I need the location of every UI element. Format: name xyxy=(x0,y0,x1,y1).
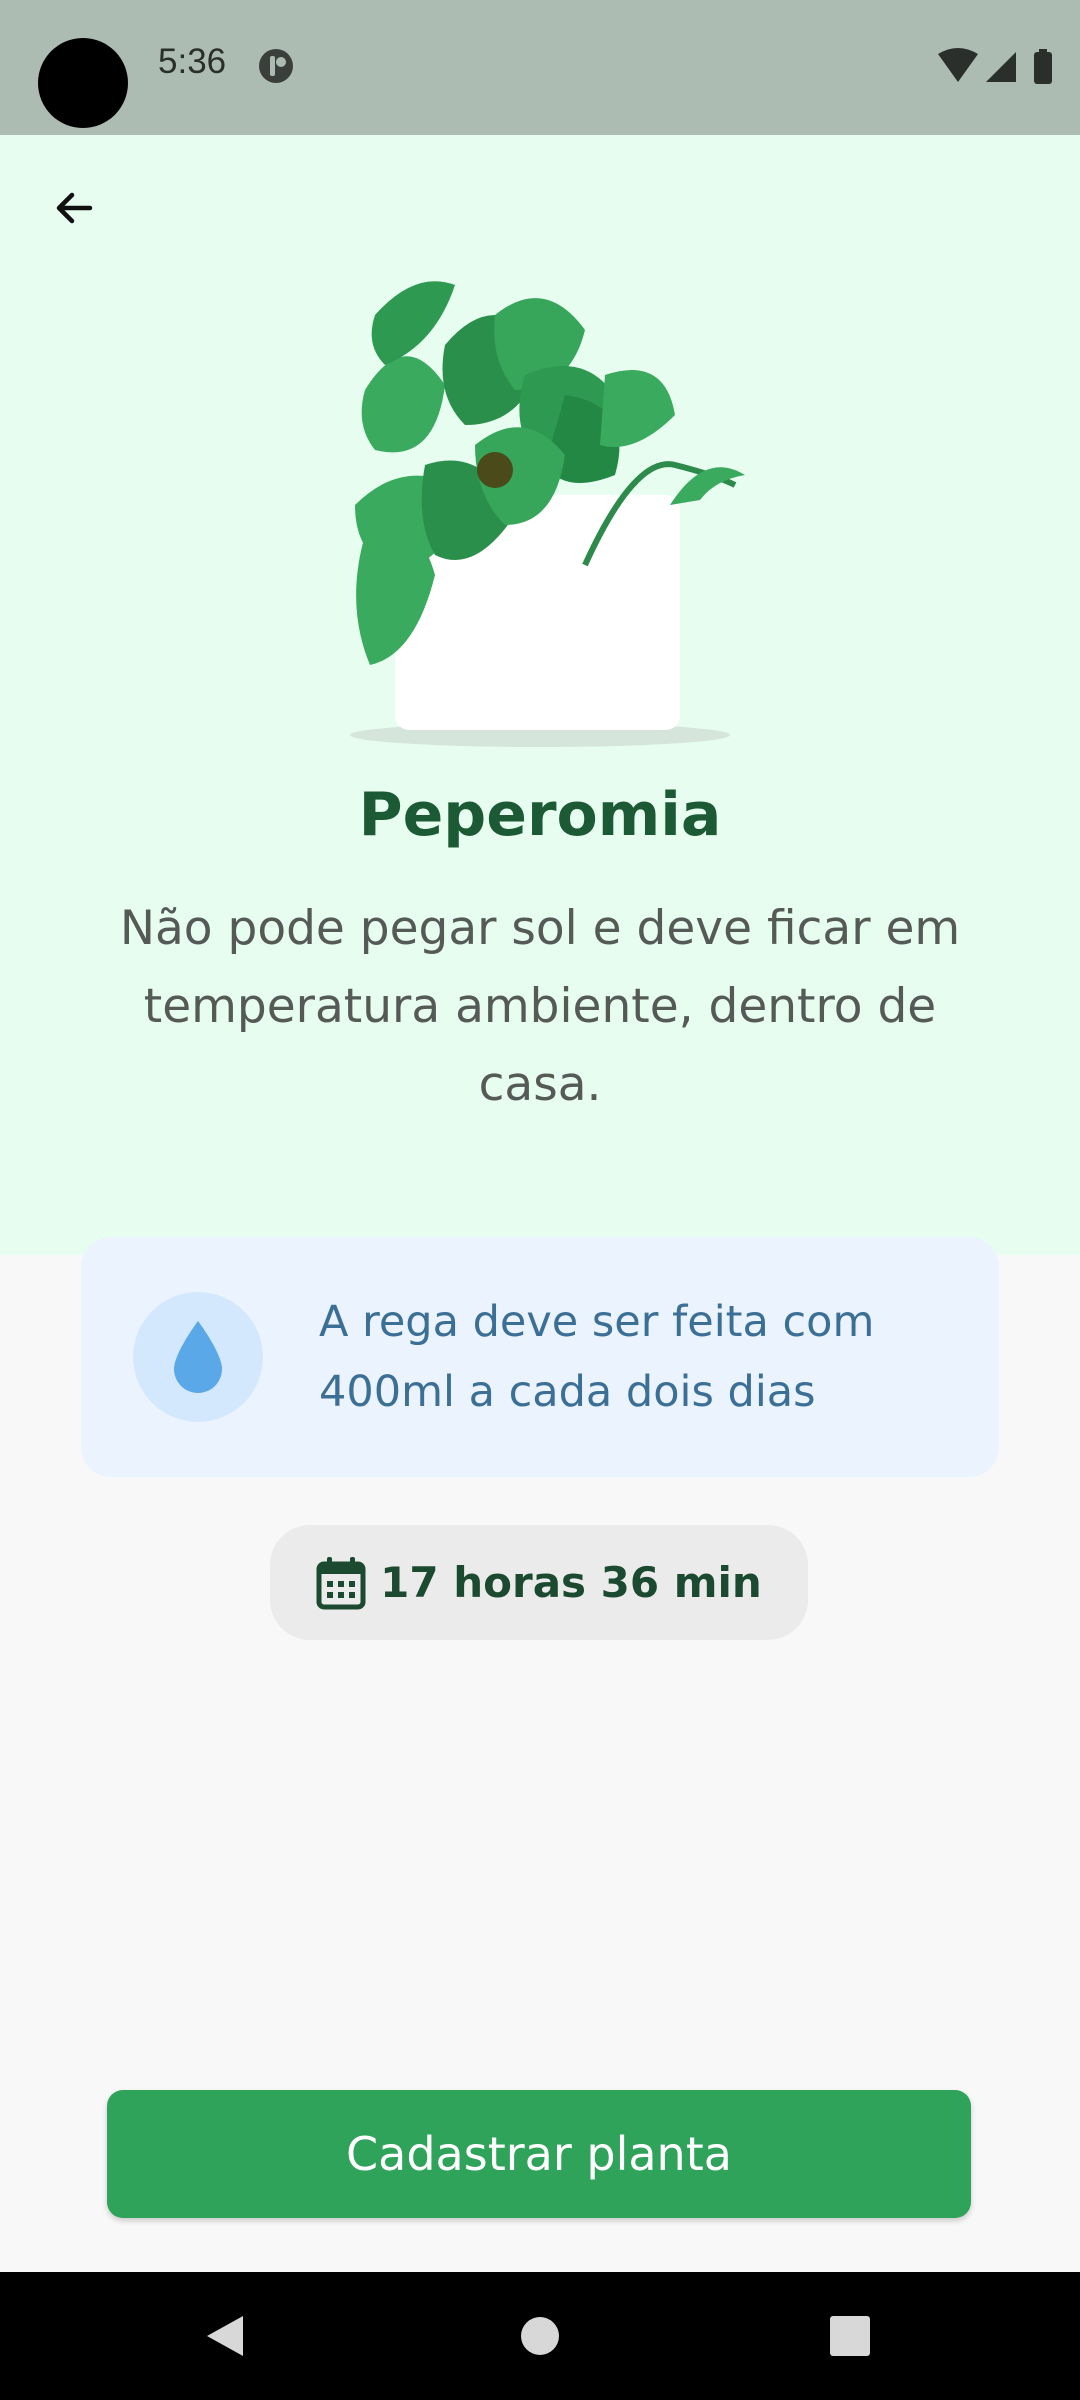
status-time: 5:36 xyxy=(158,42,227,81)
back-button[interactable] xyxy=(36,170,112,246)
calendar-icon xyxy=(316,1556,366,1609)
camera-cutout xyxy=(38,38,128,128)
home-circle-icon xyxy=(521,2317,559,2355)
nav-recents-button[interactable] xyxy=(790,2272,910,2400)
recents-square-icon xyxy=(830,2316,870,2356)
plant-description: Não pode pegar sol e deve ficar em tempe… xyxy=(119,901,961,1112)
back-triangle-icon xyxy=(207,2316,243,2356)
plant-illustration xyxy=(350,281,745,747)
plant-name: Peperomia xyxy=(358,780,722,850)
arrow-left-icon xyxy=(56,192,93,224)
battery-icon xyxy=(1034,52,1052,84)
status-bar: 5:36 xyxy=(0,0,1080,135)
register-plant-button[interactable]: Cadastrar planta xyxy=(107,2090,971,2218)
nav-home-button[interactable] xyxy=(480,2272,600,2400)
next-watering-badge: 17 horas 36 min xyxy=(270,1525,808,1640)
water-tip-text: A rega deve ser feita com 400ml a cada d… xyxy=(319,1297,875,1417)
nav-back-button[interactable] xyxy=(165,2272,285,2400)
water-icon-container xyxy=(133,1292,263,1422)
cellular-signal-icon xyxy=(986,52,1016,82)
system-nav-bar xyxy=(0,2272,1080,2400)
next-watering-time: 17 horas 36 min xyxy=(380,1558,762,1607)
wifi-icon xyxy=(938,48,978,82)
status-indicators xyxy=(938,48,1052,84)
app-notification-icon xyxy=(259,49,293,83)
water-tip-card: A rega deve ser feita com 400ml a cada d… xyxy=(81,1237,999,1477)
water-drop-icon xyxy=(174,1321,222,1393)
